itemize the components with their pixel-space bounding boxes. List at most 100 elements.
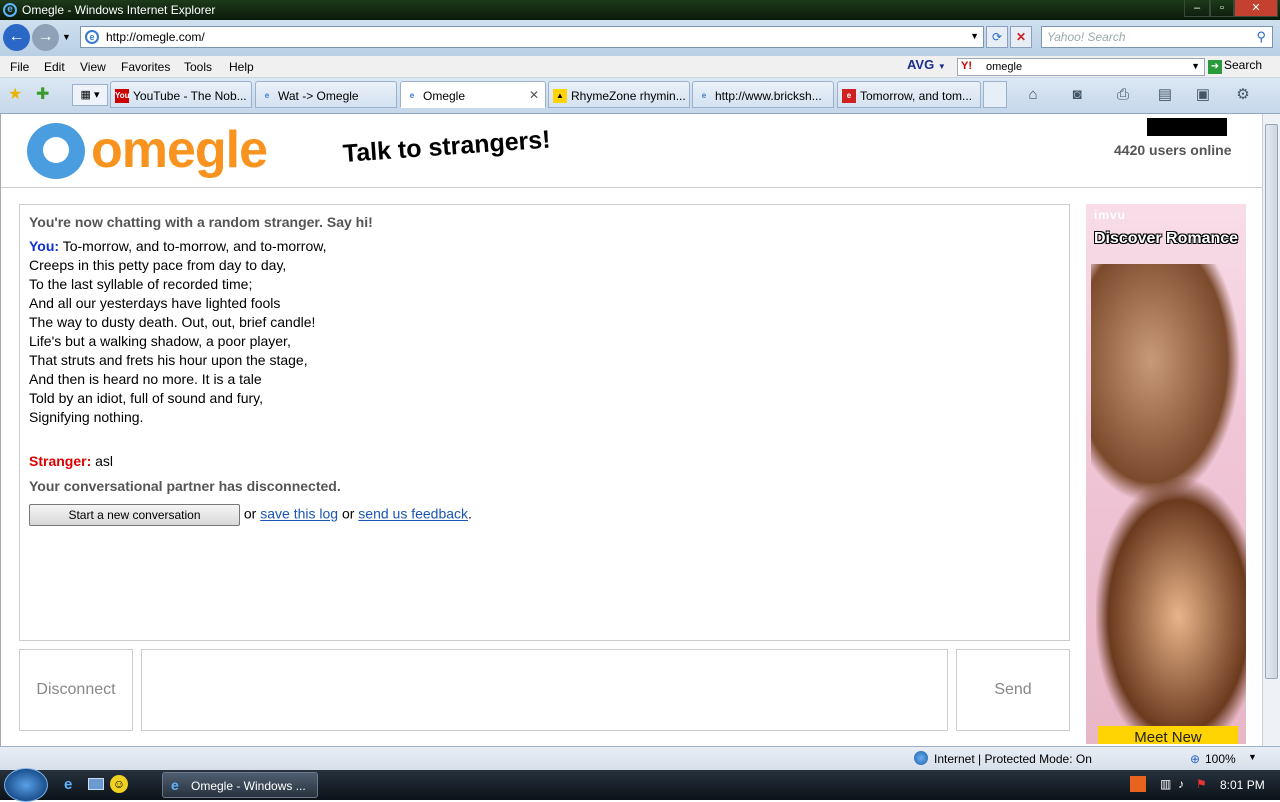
or-text: or — [243, 505, 257, 522]
minimize-button[interactable]: – — [1184, 0, 1210, 17]
zoom-level[interactable]: 100% — [1205, 752, 1236, 766]
internet-globe-icon — [914, 751, 928, 765]
messenger-icon[interactable]: ☺ — [110, 775, 128, 793]
quick-tabs-icon[interactable]: ▦ ▾ — [72, 84, 108, 106]
address-toolbar: ← → ▼ e http://omegle.com/ ▼ ⟳ ✕ Yahoo! … — [0, 20, 1280, 56]
omegle-logo-icon[interactable] — [27, 123, 85, 179]
tab-enotes[interactable]: e Tomorrow, and tom... — [837, 81, 981, 108]
security-tray-icon[interactable]: ⚑ — [1196, 777, 1207, 791]
omegle-logo-text[interactable]: omegle — [91, 120, 268, 180]
home-icon[interactable]: ⌂ — [1022, 84, 1044, 106]
vertical-scrollbar[interactable] — [1262, 114, 1280, 746]
maximize-button[interactable]: ▫ — [1210, 0, 1234, 17]
add-favorite-icon[interactable]: ✚ — [36, 84, 49, 104]
search-box[interactable]: Yahoo! Search ⚲ — [1041, 26, 1273, 48]
you-line: To-morrow, and to-morrow, and to-morrow, — [62, 238, 327, 254]
address-bar[interactable]: e http://omegle.com/ ▼ — [80, 26, 984, 48]
imvu-ad-banner[interactable]: imvu Discover Romance Meet New — [1086, 204, 1246, 744]
start-button[interactable] — [4, 768, 48, 802]
yahoo-search-label: Search — [1224, 58, 1263, 72]
disconnect-button[interactable]: Disconnect — [19, 649, 133, 731]
security-zone[interactable]: Internet | Protected Mode: On — [934, 752, 1092, 766]
taskbar-ie-window[interactable]: e Omegle - Windows ... — [162, 772, 318, 798]
yahoo-query[interactable]: omegle — [986, 61, 1022, 73]
menu-help[interactable]: Help — [229, 60, 254, 74]
network-icon[interactable]: ▥ — [1160, 777, 1171, 791]
ad-avatar-image — [1096, 479, 1246, 729]
save-log-link[interactable]: save this log — [260, 506, 338, 522]
menu-view[interactable]: View — [80, 60, 106, 74]
tab-youtube[interactable]: You YouTube - The Nob... — [110, 81, 252, 108]
rhymezone-icon: ▲ — [553, 89, 567, 103]
you-line: That struts and frets his hour upon the … — [29, 352, 308, 368]
scrollbar-thumb[interactable] — [1265, 124, 1278, 679]
tools-gear-icon[interactable]: ⚙ — [1232, 84, 1254, 106]
address-dropdown-icon[interactable]: ▼ — [970, 31, 979, 41]
show-desktop-icon[interactable] — [88, 778, 104, 790]
stop-icon[interactable]: ✕ — [1010, 26, 1032, 48]
ad-cta[interactable]: Meet New — [1098, 726, 1238, 744]
tab-wat-omegle[interactable]: e Wat -> Omegle — [255, 81, 397, 108]
you-line: Creeps in this petty pace from day to da… — [29, 257, 287, 273]
ie-page-icon: e — [264, 91, 270, 100]
new-tab-button[interactable] — [983, 81, 1007, 108]
menu-edit[interactable]: Edit — [44, 60, 65, 74]
forward-button[interactable]: → — [32, 24, 59, 51]
zoom-icon[interactable]: ⊕ — [1190, 752, 1200, 766]
stranger-label: Stranger: — [29, 453, 92, 469]
you-line: Signifying nothing. — [29, 409, 144, 425]
disconnected-notice: Your conversational partner has disconne… — [29, 478, 341, 494]
favorites-star-icon[interactable]: ★ — [8, 84, 22, 104]
new-conversation-button[interactable]: Start a new conversation — [29, 504, 240, 526]
users-online-count: 4420 users online — [1114, 142, 1232, 158]
zoom-dropdown-icon[interactable]: ▼ — [1248, 752, 1257, 762]
address-url[interactable]: http://omegle.com/ — [106, 30, 205, 44]
after-chat-actions: Start a new conversation or save this lo… — [29, 504, 1060, 526]
or-text: or — [341, 505, 355, 522]
avg-toolbar-button[interactable]: AVG ▼ — [885, 57, 955, 77]
tab-rhymezone[interactable]: ▲ RhymeZone rhymin... — [548, 81, 690, 108]
print-icon[interactable]: ⎙ — [1112, 84, 1134, 106]
feedback-link[interactable]: send us feedback — [358, 506, 468, 522]
page-menu-icon[interactable]: ▤ — [1154, 84, 1176, 106]
stranger-text: asl — [95, 453, 114, 469]
menu-tools[interactable]: Tools — [184, 60, 212, 74]
tab-omegle[interactable]: e Omegle ✕ — [400, 81, 546, 108]
close-button[interactable]: ✕ — [1234, 0, 1278, 17]
chat-controls: Disconnect Send — [19, 649, 1070, 731]
message-input[interactable] — [141, 649, 948, 731]
research-icon[interactable]: ▣ — [1192, 84, 1214, 106]
ie-logo-icon: e — [3, 3, 17, 17]
taskbar-clock[interactable]: 8:01 PM — [1220, 778, 1265, 792]
you-label: You: — [29, 238, 60, 254]
search-icon[interactable]: ⚲ — [1256, 29, 1266, 45]
tab-label: YouTube - The Nob... — [133, 89, 247, 103]
menu-favorites[interactable]: Favorites — [121, 60, 170, 74]
ie-quicklaunch-icon[interactable]: e — [64, 776, 72, 793]
close-tab-icon[interactable]: ✕ — [529, 88, 539, 102]
tab-brickshelf[interactable]: e http://www.bricksh... — [692, 81, 834, 108]
tray-app-icon[interactable] — [1130, 776, 1146, 792]
yahoo-dropdown-icon[interactable]: ▼ — [1191, 61, 1200, 71]
chat-intro: You're now chatting with a random strang… — [29, 214, 373, 230]
taskbar-window-label: Omegle - Windows ... — [191, 779, 306, 793]
stranger-message: Stranger: asl — [29, 452, 1060, 471]
back-button[interactable]: ← — [3, 24, 30, 51]
menu-file[interactable]: File — [10, 60, 29, 74]
yahoo-search-button[interactable]: ➜ Search — [1208, 58, 1262, 74]
windows-taskbar: e ☺ e Omegle - Windows ... ▥ ♪ ⚑ 8:01 PM — [0, 768, 1280, 802]
avg-label: AVG — [907, 57, 935, 72]
window-title-bar: e Omegle - Windows Internet Explorer – ▫… — [0, 0, 1280, 20]
yahoo-search-field[interactable]: Y! omegle ▼ — [957, 58, 1205, 76]
send-button[interactable]: Send — [956, 649, 1070, 731]
status-bar: Internet | Protected Mode: On ⊕ 100% ▼ — [0, 746, 1280, 770]
refresh-icon[interactable]: ⟳ — [986, 26, 1008, 48]
you-message: You: To-morrow, and to-morrow, and to-mo… — [29, 237, 1060, 427]
enotes-icon: e — [842, 89, 856, 103]
volume-icon[interactable]: ♪ — [1178, 777, 1184, 791]
history-dropdown-icon[interactable]: ▼ — [62, 32, 71, 42]
ad-brand: imvu — [1094, 208, 1127, 222]
feeds-icon[interactable]: ◙ — [1066, 84, 1088, 106]
tab-label: Omegle — [423, 89, 466, 103]
go-arrow-icon: ➜ — [1208, 60, 1222, 74]
